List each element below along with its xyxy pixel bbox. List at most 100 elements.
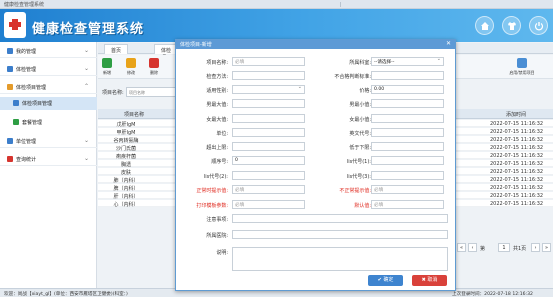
sidebar-item-label: 我的管理 xyxy=(16,49,37,55)
input-lis1[interactable] xyxy=(371,156,444,165)
theme-button[interactable] xyxy=(502,16,521,35)
input-category[interactable]: --请选择-- xyxy=(371,57,444,66)
pagination: « ‹ 第 1 共1页 › » xyxy=(457,243,553,253)
input-unit[interactable] xyxy=(232,128,305,137)
column-header-date[interactable]: 添加时间 xyxy=(506,111,526,118)
input-default[interactable]: 必填 xyxy=(371,200,444,209)
sidebar-item-unit-management[interactable]: 单位管理 ⌄ xyxy=(0,134,97,148)
label-male-min: 男最小值: xyxy=(349,102,371,108)
prev-page-button[interactable]: ‹ xyxy=(468,243,477,252)
input-gender[interactable] xyxy=(232,85,305,94)
add-label: 新增 xyxy=(103,70,111,75)
input-method[interactable] xyxy=(232,71,305,80)
input-male-min[interactable] xyxy=(371,99,444,108)
shirt-icon xyxy=(508,22,516,30)
input-price[interactable]: 0.00 xyxy=(371,85,444,94)
label-price: 价格: xyxy=(359,88,371,94)
input-order[interactable]: 0 xyxy=(232,156,305,165)
input-name[interactable]: 必填 xyxy=(232,57,305,66)
status-user: 欢迎：尚战【xiayt_gl】(单位：西安市雁塔区卫健委)(科室：) xyxy=(4,292,128,297)
last-page-button[interactable]: » xyxy=(542,243,551,252)
cancel-button[interactable]: ✖ 取消 xyxy=(412,275,447,286)
input-female-max[interactable] xyxy=(232,114,305,123)
input-male-max[interactable] xyxy=(232,99,305,108)
label-lis1: lis代号(1): xyxy=(346,159,371,165)
clipboard-icon xyxy=(7,66,13,72)
input-normal[interactable]: 必填 xyxy=(232,185,305,194)
input-lis3[interactable] xyxy=(371,171,444,180)
toggle-enable-button[interactable]: 启用/禁用项目 xyxy=(509,58,535,78)
cell-item-name: 戊肝IgM xyxy=(116,122,136,128)
trash-icon xyxy=(149,58,159,68)
input-desc[interactable] xyxy=(232,247,448,271)
input-english[interactable] xyxy=(371,128,444,137)
label-normal: 正常时提示值: xyxy=(196,188,228,194)
input-female-min[interactable] xyxy=(371,114,444,123)
label-order: 顺序号: xyxy=(211,159,228,165)
input-notes[interactable] xyxy=(232,214,448,223)
sidebar-item-label: 体检项目管理 xyxy=(16,85,47,91)
power-icon xyxy=(534,22,544,31)
label-desc: 说明: xyxy=(216,250,228,256)
input-lis2[interactable] xyxy=(232,171,305,180)
cell-item-name: 沙门氏菌 xyxy=(115,146,136,152)
label-lis2: lis代号(2): xyxy=(203,174,228,180)
input-abnormal[interactable]: 必填 xyxy=(371,185,444,194)
sidebar: 我的管理 ⌄ 体检管理 ⌄ 体检项目管理 ⌃ 体检项目管理 套餐管理 单位管理 … xyxy=(0,42,97,288)
logout-button[interactable] xyxy=(529,16,548,35)
first-page-button[interactable]: « xyxy=(457,243,466,252)
sidebar-item-exam-management[interactable]: 体检管理 ⌄ xyxy=(0,62,97,76)
cell-added-time: 2022-07-15 11:16:32 xyxy=(490,161,544,167)
list-icon xyxy=(7,84,13,90)
close-icon[interactable]: ✕ xyxy=(446,40,451,47)
sidebar-item-label: 体检管理 xyxy=(16,67,37,73)
input-over-upper[interactable] xyxy=(232,142,305,151)
home-button[interactable] xyxy=(475,16,494,35)
input-print[interactable]: 必填 xyxy=(232,200,305,209)
page-number-input[interactable]: 1 xyxy=(498,243,510,252)
status-last-login: 上次登录时间：2022-07-18 12:16:32 xyxy=(452,292,533,297)
sidebar-subitem-exam-items[interactable]: 体检项目管理 xyxy=(0,97,97,110)
label-unqualified: 不合格判断标准: xyxy=(334,74,371,80)
tab-home[interactable]: 首页 xyxy=(104,44,129,54)
cell-item-name: 甲肝IgM xyxy=(116,130,136,136)
cell-added-time: 2022-07-15 11:16:32 xyxy=(490,201,544,207)
input-below-lower[interactable] xyxy=(371,142,444,151)
delete-button[interactable]: 删除 xyxy=(147,58,161,78)
sidebar-item-exam-items[interactable]: 体检项目管理 ⌃ xyxy=(0,80,97,94)
search-label: 项目名称: xyxy=(102,90,124,96)
next-page-button[interactable]: › xyxy=(531,243,540,252)
sidebar-item-label: 查询统计 xyxy=(16,157,37,163)
label-name: 项目名称: xyxy=(206,60,228,66)
chevron-down-icon: ⌄ xyxy=(84,65,90,72)
sidebar-item-statistics[interactable]: 查询统计 ⌄ xyxy=(0,152,97,166)
app-window: 健康检查管理系统 健康检查管理系统 我的管理 ⌄ 体检管理 ⌄ 体检项目管理 ⌃… xyxy=(0,0,553,297)
window-title: 健康检查管理系统 xyxy=(4,2,45,8)
cell-added-time: 2022-07-15 11:16:32 xyxy=(490,177,544,183)
app-title: 健康检查管理系统 xyxy=(32,22,145,37)
chevron-down-icon: ⌄ xyxy=(84,155,90,162)
pencil-icon xyxy=(126,58,136,68)
cell-item-name: 皮肤 xyxy=(120,170,131,176)
exam-item-dialog: 体检项目-新增 ✕ 项目名称: 必填 所属科室:--请选择-- 检查方法: 不合格判断标… xyxy=(175,39,456,291)
delete-label: 删除 xyxy=(150,70,158,75)
cell-item-name: 肝（内科） xyxy=(113,194,139,200)
sidebar-item-my-management[interactable]: 我的管理 ⌄ xyxy=(0,44,97,58)
grid-icon xyxy=(13,100,19,106)
package-icon xyxy=(13,119,19,125)
toggle-label: 启用/禁用项目 xyxy=(509,70,535,75)
edit-button[interactable]: 修改 xyxy=(124,58,138,78)
input-related[interactable] xyxy=(232,230,448,239)
input-unqualified[interactable] xyxy=(371,71,444,80)
label-notes: 注意事项: xyxy=(206,217,228,223)
add-button[interactable]: 新增 xyxy=(100,58,114,78)
label-related: 所属医院: xyxy=(206,233,228,239)
column-header-name[interactable]: 项目名称 xyxy=(124,111,144,118)
cell-added-time: 2022-07-15 11:16:32 xyxy=(490,121,544,127)
confirm-button[interactable]: ✔ 确定 xyxy=(368,275,403,286)
toggle-icon xyxy=(517,58,527,68)
sidebar-subitem-packages[interactable]: 套餐管理 xyxy=(0,116,97,129)
chevron-up-icon: ⌃ xyxy=(84,83,90,90)
page-total: 共1页 xyxy=(513,246,527,252)
cell-added-time: 2022-07-15 11:16:32 xyxy=(490,137,544,143)
